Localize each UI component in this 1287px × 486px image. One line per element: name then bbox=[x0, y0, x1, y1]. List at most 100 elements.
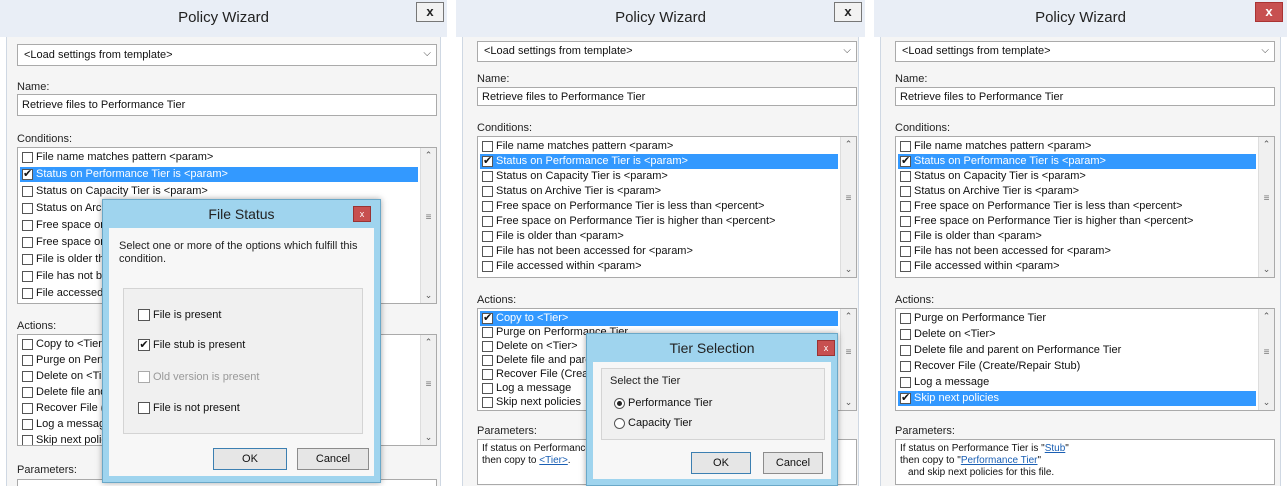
checkbox[interactable] bbox=[900, 201, 911, 212]
checkbox[interactable] bbox=[22, 288, 33, 299]
checkbox[interactable] bbox=[22, 371, 33, 382]
checkbox[interactable] bbox=[900, 186, 911, 197]
option-capacity-tier[interactable]: Capacity Tier bbox=[614, 417, 692, 429]
scroll-down-icon[interactable]: ⌄ bbox=[1259, 395, 1274, 410]
checkbox[interactable] bbox=[482, 186, 493, 197]
scroll-up-icon[interactable]: ⌃ bbox=[421, 148, 436, 163]
ok-button[interactable]: OK bbox=[213, 448, 287, 470]
list-item[interactable]: Status on Capacity Tier is <param> bbox=[20, 184, 418, 199]
scrollbar[interactable]: ⌃ ≡ ⌄ bbox=[1258, 137, 1274, 277]
scroll-up-icon[interactable]: ⌃ bbox=[1259, 309, 1274, 324]
list-item[interactable]: ✔ Copy to <Tier> bbox=[480, 311, 838, 326]
checkbox[interactable] bbox=[482, 341, 493, 352]
scrollbar[interactable]: ⌃ ≡ ⌄ bbox=[1258, 309, 1274, 410]
conditions-list[interactable]: File name matches pattern <param> ✔ Status… bbox=[477, 136, 857, 278]
list-item[interactable]: ✔ Status on Performance Tier is <param> bbox=[898, 154, 1256, 169]
cancel-button[interactable]: Cancel bbox=[763, 452, 823, 474]
scroll-down-icon[interactable]: ⌄ bbox=[841, 262, 856, 277]
list-item[interactable]: Free space on Performance Tier is less t… bbox=[898, 199, 1256, 214]
close-button[interactable]: x bbox=[834, 2, 862, 22]
radio-button[interactable] bbox=[614, 397, 625, 409]
list-item[interactable]: Delete on <Tier> bbox=[898, 327, 1256, 342]
scrollbar[interactable]: ⌃ ≡ ⌄ bbox=[840, 137, 856, 277]
checkbox[interactable] bbox=[22, 271, 33, 282]
list-item[interactable]: File has not been accessed for <param> bbox=[480, 244, 838, 259]
list-item[interactable]: File accessed within <param> bbox=[480, 259, 838, 274]
list-item[interactable]: File name matches pattern <param> bbox=[20, 150, 418, 165]
checkbox[interactable] bbox=[22, 419, 33, 430]
scroll-grip-icon[interactable]: ≡ bbox=[421, 212, 436, 223]
list-item[interactable]: File is older than <param> bbox=[898, 229, 1256, 244]
radio-button[interactable] bbox=[614, 417, 625, 429]
list-item[interactable]: Status on Capacity Tier is <param> bbox=[480, 169, 838, 184]
list-item[interactable]: ✔ Status on Performance Tier is <param> bbox=[480, 154, 838, 169]
list-item[interactable]: Status on Archive Tier is <param> bbox=[480, 184, 838, 199]
checkbox[interactable] bbox=[900, 171, 911, 182]
scrollbar[interactable]: ⌃ ≡ ⌄ bbox=[840, 309, 856, 410]
checkbox[interactable] bbox=[900, 377, 911, 388]
list-item[interactable]: File name matches pattern <param> bbox=[898, 139, 1256, 154]
checkbox[interactable] bbox=[22, 203, 33, 214]
option-file-present[interactable]: File is present bbox=[138, 309, 221, 322]
checkbox[interactable] bbox=[138, 402, 150, 415]
scroll-down-icon[interactable]: ⌄ bbox=[841, 395, 856, 410]
checkbox[interactable]: ✔ bbox=[138, 339, 150, 352]
scroll-down-icon[interactable]: ⌄ bbox=[421, 288, 436, 303]
list-item[interactable]: ✔ Status on Performance Tier is <param> bbox=[20, 167, 418, 182]
scroll-grip-icon[interactable]: ≡ bbox=[421, 379, 436, 390]
tier-link[interactable]: <Tier> bbox=[539, 455, 568, 466]
template-dropdown[interactable]: <Load settings from template> ⌵ bbox=[477, 41, 857, 62]
checkbox[interactable] bbox=[482, 171, 493, 182]
scroll-up-icon[interactable]: ⌃ bbox=[841, 137, 856, 152]
checkbox[interactable]: ✔ bbox=[482, 313, 493, 324]
checkbox[interactable] bbox=[22, 339, 33, 350]
checkbox[interactable] bbox=[900, 261, 911, 272]
option-performance-tier[interactable]: Performance Tier bbox=[614, 397, 712, 409]
conditions-list[interactable]: File name matches pattern <param> ✔ Status… bbox=[895, 136, 1275, 278]
list-item[interactable]: Free space on Performance Tier is less t… bbox=[480, 199, 838, 214]
checkbox[interactable] bbox=[482, 397, 493, 408]
checkbox[interactable] bbox=[900, 216, 911, 227]
scroll-grip-icon[interactable]: ≡ bbox=[1259, 193, 1274, 204]
list-item[interactable]: File name matches pattern <param> bbox=[480, 139, 838, 154]
checkbox[interactable] bbox=[482, 327, 493, 338]
checkbox[interactable] bbox=[22, 186, 33, 197]
list-item[interactable]: Status on Archive Tier is <param> bbox=[898, 184, 1256, 199]
stub-link[interactable]: Stub bbox=[1045, 443, 1066, 454]
tier-link[interactable]: Performance Tier bbox=[961, 455, 1038, 466]
name-field[interactable]: Retrieve files to Performance Tier bbox=[477, 87, 857, 106]
list-item[interactable]: File has not been accessed for <param> bbox=[898, 244, 1256, 259]
checkbox[interactable]: ✔ bbox=[482, 156, 493, 167]
checkbox[interactable] bbox=[22, 254, 33, 265]
checkbox[interactable] bbox=[22, 435, 33, 445]
template-dropdown[interactable]: <Load settings from template> ⌵ bbox=[895, 41, 1275, 62]
checkbox[interactable] bbox=[482, 231, 493, 242]
scroll-up-icon[interactable]: ⌃ bbox=[1259, 137, 1274, 152]
checkbox[interactable] bbox=[900, 361, 911, 372]
scroll-grip-icon[interactable]: ≡ bbox=[841, 193, 856, 204]
list-item[interactable]: File accessed within <param> bbox=[898, 259, 1256, 274]
checkbox[interactable] bbox=[482, 216, 493, 227]
checkbox[interactable] bbox=[900, 246, 911, 257]
list-item[interactable]: Recover File (Create/Repair Stub) bbox=[898, 359, 1256, 374]
checkbox[interactable]: ✔ bbox=[900, 393, 911, 404]
checkbox[interactable]: ✔ bbox=[22, 169, 33, 180]
checkbox[interactable] bbox=[22, 237, 33, 248]
checkbox[interactable] bbox=[900, 313, 911, 324]
scroll-down-icon[interactable]: ⌄ bbox=[421, 430, 436, 445]
checkbox[interactable] bbox=[482, 355, 493, 366]
name-field[interactable]: Retrieve files to Performance Tier bbox=[895, 87, 1275, 106]
checkbox[interactable] bbox=[482, 246, 493, 257]
close-button[interactable]: x bbox=[353, 206, 371, 222]
checkbox[interactable] bbox=[482, 261, 493, 272]
checkbox[interactable] bbox=[138, 309, 150, 322]
ok-button[interactable]: OK bbox=[691, 452, 751, 474]
actions-list[interactable]: Purge on Performance Tier Delete on <Tier… bbox=[895, 308, 1275, 411]
list-item[interactable]: Free space on Performance Tier is higher… bbox=[480, 214, 838, 229]
checkbox[interactable] bbox=[482, 369, 493, 380]
checkbox[interactable] bbox=[22, 152, 33, 163]
list-item[interactable]: Log a message bbox=[898, 375, 1256, 390]
checkbox[interactable] bbox=[900, 345, 911, 356]
scroll-up-icon[interactable]: ⌃ bbox=[841, 309, 856, 324]
checkbox[interactable] bbox=[482, 201, 493, 212]
